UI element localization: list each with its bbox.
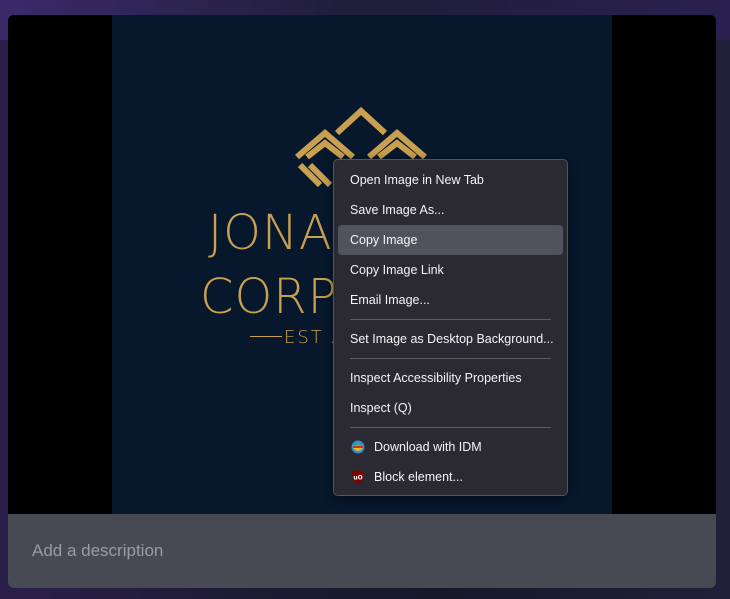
description-input[interactable]: [8, 514, 716, 588]
menu-copy-image-link[interactable]: Copy Image Link: [338, 255, 563, 285]
menu-inspect[interactable]: Inspect (Q): [338, 393, 563, 423]
menu-item-label: Copy Image: [350, 233, 418, 247]
menu-copy-image[interactable]: Copy Image: [338, 225, 563, 255]
menu-email-image[interactable]: Email Image...: [338, 285, 563, 315]
menu-separator: [350, 427, 551, 428]
menu-open-image-new-tab[interactable]: Open Image in New Tab: [338, 165, 563, 195]
brand-established: EST A: [250, 327, 346, 348]
svg-text:uO: uO: [353, 475, 362, 482]
menu-item-label: Email Image...: [350, 293, 430, 307]
context-menu: Open Image in New Tab Save Image As... C…: [333, 159, 568, 496]
menu-separator: [350, 319, 551, 320]
menu-item-label: Inspect Accessibility Properties: [350, 371, 522, 385]
menu-item-label: Copy Image Link: [350, 263, 444, 277]
menu-separator: [350, 358, 551, 359]
menu-item-label: Inspect (Q): [350, 401, 412, 415]
idm-icon: [350, 439, 366, 455]
menu-item-label: Download with IDM: [374, 440, 482, 454]
menu-block-element[interactable]: uO Block element...: [338, 462, 563, 492]
menu-item-label: Block element...: [374, 470, 463, 484]
menu-download-idm[interactable]: Download with IDM: [338, 432, 563, 462]
menu-item-label: Set Image as Desktop Background...: [350, 332, 554, 346]
ublock-icon: uO: [350, 469, 366, 485]
menu-item-label: Open Image in New Tab: [350, 173, 484, 187]
description-bar: [8, 514, 716, 588]
menu-set-desktop-background[interactable]: Set Image as Desktop Background...: [338, 324, 563, 354]
menu-inspect-accessibility[interactable]: Inspect Accessibility Properties: [338, 363, 563, 393]
menu-save-image-as[interactable]: Save Image As...: [338, 195, 563, 225]
menu-item-label: Save Image As...: [350, 203, 445, 217]
